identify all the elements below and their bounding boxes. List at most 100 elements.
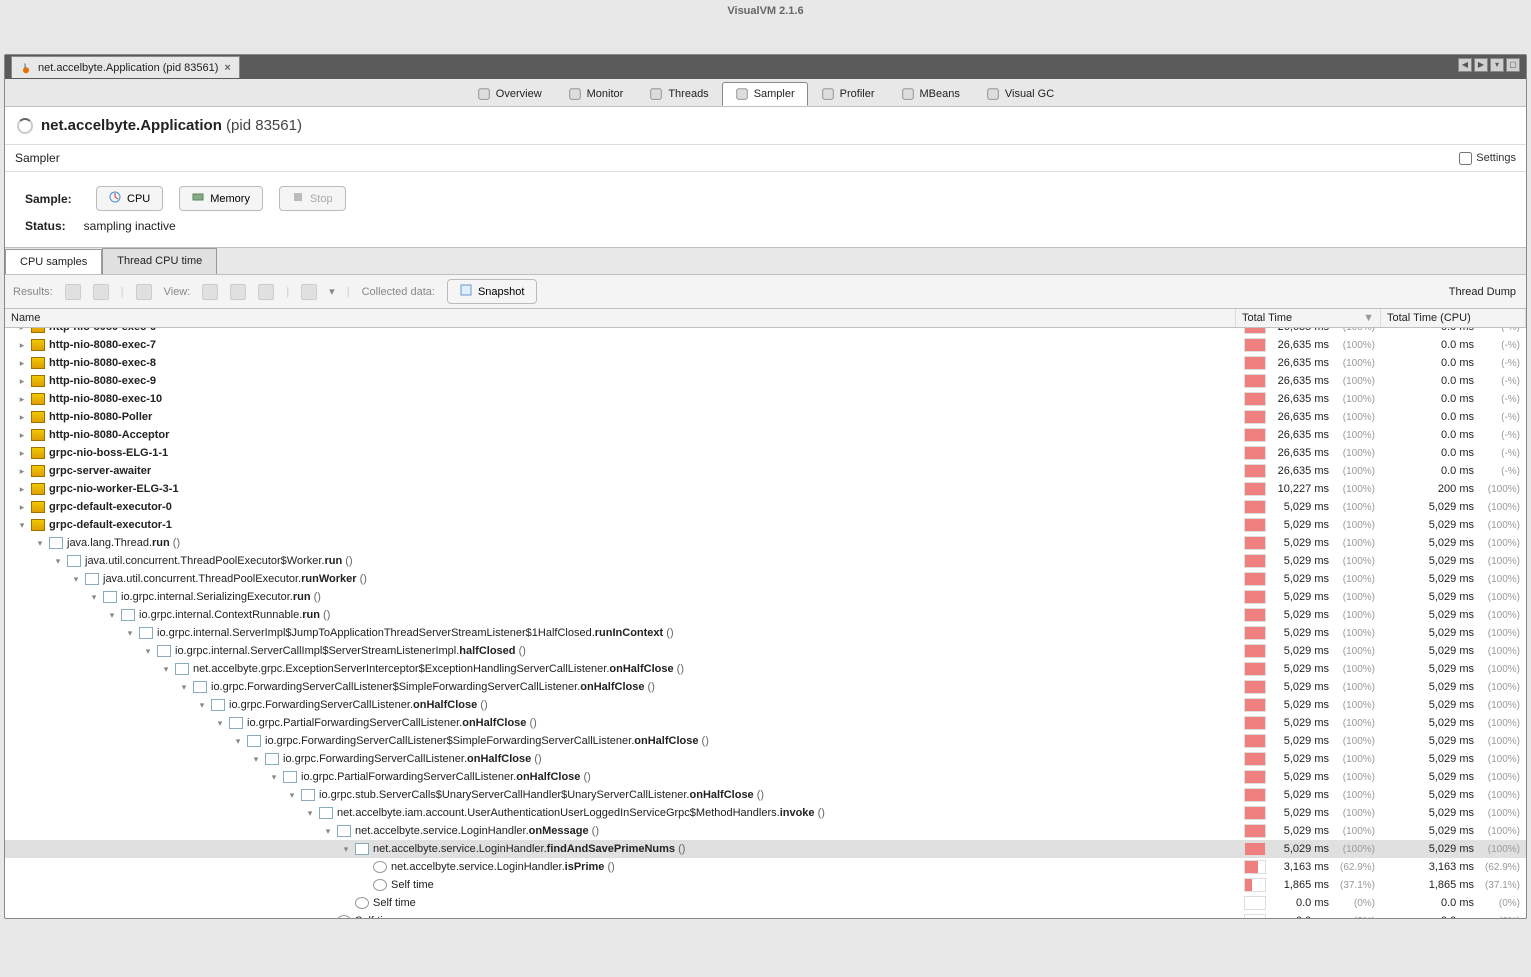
table-row[interactable]: ▾net.accelbyte.grpc.ExceptionServerInter… <box>5 660 1526 678</box>
twisty-icon[interactable]: ▸ <box>17 466 27 477</box>
twisty-icon[interactable]: ▾ <box>215 718 225 729</box>
twisty-icon[interactable]: ▾ <box>269 772 279 783</box>
table-row[interactable]: ▸http-nio-8080-exec-926,635 ms(100%)0.0 … <box>5 372 1526 390</box>
table-row[interactable]: ▸http-nio-8080-exec-826,635 ms(100%)0.0 … <box>5 354 1526 372</box>
table-row[interactable]: ▾io.grpc.ForwardingServerCallListener.on… <box>5 750 1526 768</box>
refresh-icon[interactable] <box>93 284 109 300</box>
table-row[interactable]: ▾io.grpc.internal.ServerImpl$JumpToAppli… <box>5 624 1526 642</box>
table-row[interactable]: ▾io.grpc.PartialForwardingServerCallList… <box>5 768 1526 786</box>
cpu-time-pct: (100%) <box>1480 826 1520 837</box>
sample-controls: Sample: CPU Memory Stop <box>5 172 1526 219</box>
document-tab[interactable]: net.accelbyte.Application (pid 83561) × <box>11 56 240 78</box>
table-row[interactable]: ▾io.grpc.internal.ContextRunnable.run ()… <box>5 606 1526 624</box>
twisty-icon[interactable]: ▾ <box>107 610 117 621</box>
twisty-icon[interactable]: ▾ <box>323 826 333 837</box>
table-row[interactable]: ▾io.grpc.internal.SerializingExecutor.ru… <box>5 588 1526 606</box>
stop-button[interactable]: Stop <box>279 186 346 211</box>
twisty-icon[interactable]: ▸ <box>17 484 27 495</box>
twisty-icon[interactable]: ▾ <box>71 574 81 585</box>
tab-monitor[interactable]: Monitor <box>555 82 637 106</box>
col-name[interactable]: Name <box>5 309 1236 327</box>
twisty-icon[interactable]: ▾ <box>287 790 297 801</box>
memory-button[interactable]: Memory <box>179 186 263 211</box>
table-row[interactable]: ▸http-nio-8080-exec-1026,635 ms(100%)0.0… <box>5 390 1526 408</box>
table-row[interactable]: Self time1,865 ms(37.1%)1,865 ms(37.1%) <box>5 876 1526 894</box>
twisty-icon[interactable]: ▾ <box>341 844 351 855</box>
twisty-icon[interactable]: ▾ <box>197 700 207 711</box>
twisty-icon[interactable]: ▸ <box>17 412 27 423</box>
dropdown-button[interactable]: ▾ <box>1490 58 1504 72</box>
subtab-thread-cpu-time[interactable]: Thread CPU time <box>102 248 217 274</box>
twisty-icon[interactable]: ▸ <box>17 328 27 333</box>
twisty-icon[interactable]: ▾ <box>89 592 99 603</box>
table-row[interactable]: ▾grpc-default-executor-15,029 ms(100%)5,… <box>5 516 1526 534</box>
cpu-time-pct: (100%) <box>1480 718 1520 729</box>
table-row[interactable]: net.accelbyte.service.LoginHandler.isPri… <box>5 858 1526 876</box>
table-body[interactable]: ▸http-nio-8080-exec-626,635 ms(100%)0.0 … <box>5 328 1526 918</box>
view-flat-icon[interactable] <box>230 284 246 300</box>
col-total-time[interactable]: Total Time▼ <box>1236 309 1381 327</box>
snapshot-button[interactable]: Snapshot <box>447 279 537 304</box>
table-row[interactable]: ▸http-nio-8080-exec-726,635 ms(100%)0.0 … <box>5 336 1526 354</box>
subtab-cpu-samples[interactable]: CPU samples <box>5 249 102 275</box>
table-row[interactable]: ▾io.grpc.ForwardingServerCallListener$Si… <box>5 732 1526 750</box>
table-row[interactable]: Self time0.0 ms(0%)0.0 ms(0%) <box>5 894 1526 912</box>
twisty-icon[interactable]: ▾ <box>143 646 153 657</box>
nav-forward-button[interactable]: ▶ <box>1474 58 1488 72</box>
col-total-time-cpu[interactable]: Total Time (CPU) <box>1381 309 1526 327</box>
tab-overview[interactable]: Overview <box>464 82 555 106</box>
table-row[interactable]: Self time0.0 ms(0%)0.0 ms(0%) <box>5 912 1526 918</box>
twisty-icon[interactable]: ▾ <box>251 754 261 765</box>
twisty-icon[interactable]: ▾ <box>233 736 243 747</box>
twisty-icon[interactable]: ▾ <box>53 556 63 567</box>
table-row[interactable]: ▾io.grpc.ForwardingServerCallListener.on… <box>5 696 1526 714</box>
settings-checkbox-input[interactable] <box>1459 152 1472 165</box>
twisty-icon[interactable]: ▸ <box>17 340 27 351</box>
table-row[interactable]: ▸http-nio-8080-exec-626,635 ms(100%)0.0 … <box>5 328 1526 336</box>
close-icon[interactable]: × <box>224 62 230 74</box>
filter-icon[interactable] <box>136 284 152 300</box>
table-row[interactable]: ▾java.util.concurrent.ThreadPoolExecutor… <box>5 570 1526 588</box>
table-row[interactable]: ▸grpc-server-awaiter26,635 ms(100%)0.0 m… <box>5 462 1526 480</box>
table-row[interactable]: ▸grpc-nio-boss-ELG-1-126,635 ms(100%)0.0… <box>5 444 1526 462</box>
twisty-icon[interactable]: ▸ <box>17 376 27 387</box>
table-row[interactable]: ▾java.util.concurrent.ThreadPoolExecutor… <box>5 552 1526 570</box>
table-row[interactable]: ▾net.accelbyte.iam.account.UserAuthentic… <box>5 804 1526 822</box>
table-row[interactable]: ▸http-nio-8080-Poller26,635 ms(100%)0.0 … <box>5 408 1526 426</box>
table-row[interactable]: ▾io.grpc.stub.ServerCalls$UnaryServerCal… <box>5 786 1526 804</box>
tab-profiler[interactable]: Profiler <box>808 82 888 106</box>
maximize-button[interactable]: ▢ <box>1506 58 1520 72</box>
table-row[interactable]: ▾net.accelbyte.service.LoginHandler.find… <box>5 840 1526 858</box>
table-row[interactable]: ▸grpc-default-executor-05,029 ms(100%)5,… <box>5 498 1526 516</box>
settings-checkbox[interactable]: Settings <box>1459 152 1516 165</box>
table-row[interactable]: ▸grpc-nio-worker-ELG-3-110,227 ms(100%)2… <box>5 480 1526 498</box>
twisty-icon[interactable]: ▸ <box>17 394 27 405</box>
table-row[interactable]: ▸http-nio-8080-Acceptor26,635 ms(100%)0.… <box>5 426 1526 444</box>
twisty-icon[interactable]: ▸ <box>17 430 27 441</box>
table-row[interactable]: ▾net.accelbyte.service.LoginHandler.onMe… <box>5 822 1526 840</box>
twisty-icon[interactable]: ▸ <box>17 358 27 369</box>
twisty-icon[interactable]: ▾ <box>305 808 315 819</box>
cpu-button[interactable]: CPU <box>96 186 163 211</box>
view-reverse-icon[interactable] <box>258 284 274 300</box>
table-row[interactable]: ▾io.grpc.PartialForwardingServerCallList… <box>5 714 1526 732</box>
view-tree-icon[interactable] <box>202 284 218 300</box>
twisty-icon[interactable]: ▸ <box>17 448 27 459</box>
table-row[interactable]: ▾io.grpc.ForwardingServerCallListener$Si… <box>5 678 1526 696</box>
twisty-icon[interactable]: ▾ <box>35 538 45 549</box>
tab-visual-gc[interactable]: Visual GC <box>973 82 1067 106</box>
view-hotspot-icon[interactable] <box>301 284 317 300</box>
table-row[interactable]: ▾java.lang.Thread.run ()5,029 ms(100%)5,… <box>5 534 1526 552</box>
tab-mbeans[interactable]: MBeans <box>888 82 973 106</box>
tab-threads[interactable]: Threads <box>636 82 721 106</box>
table-row[interactable]: ▾io.grpc.internal.ServerCallImpl$ServerS… <box>5 642 1526 660</box>
twisty-icon[interactable]: ▾ <box>161 664 171 675</box>
twisty-icon[interactable]: ▾ <box>17 520 27 531</box>
twisty-icon[interactable]: ▾ <box>179 682 189 693</box>
twisty-icon[interactable]: ▸ <box>17 502 27 513</box>
tab-sampler[interactable]: Sampler <box>722 82 808 106</box>
nav-back-button[interactable]: ◀ <box>1458 58 1472 72</box>
thread-dump-link[interactable]: Thread Dump <box>1449 286 1516 298</box>
twisty-icon[interactable]: ▾ <box>125 628 135 639</box>
pause-icon[interactable] <box>65 284 81 300</box>
